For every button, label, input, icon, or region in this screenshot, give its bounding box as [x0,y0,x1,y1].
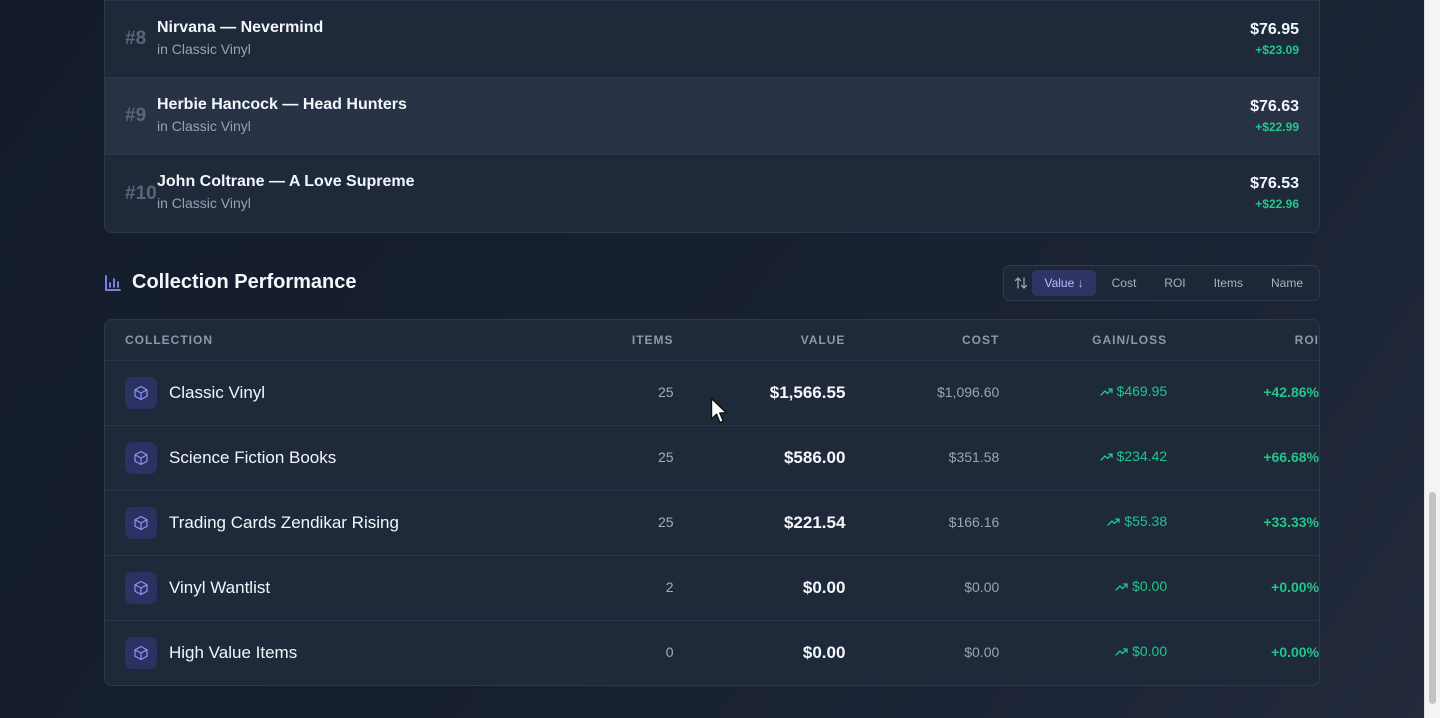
collection-cost: $1,096.60 [936,384,1000,400]
collection-cost: $0.00 [964,579,1000,595]
gain-loss-amount: $0.00 [1132,578,1168,595]
bar-chart-icon [105,274,121,291]
sort-roi-button[interactable]: ROI [1152,270,1197,296]
items-count: 25 [657,384,674,400]
trending-up-icon [1107,518,1120,526]
item-collection: in Classic Vinyl [157,118,251,134]
cube-icon [125,637,157,669]
item-rank: #10 [125,182,157,204]
collection-name: Science Fiction Books [169,448,337,467]
sort-arrows-icon [1015,277,1028,289]
cube-icon [125,442,157,474]
item-gain: +$23.09 [1255,43,1299,57]
item-value: $76.53 [1250,175,1299,192]
item-value: $76.95 [1250,21,1299,38]
item-collection: in Classic Vinyl [157,41,251,57]
gain-loss-amount: $55.38 [1124,513,1168,530]
item-title: John Coltrane — A Love Supreme [157,173,415,190]
top-item-row[interactable]: #10 John Coltrane — A Love Supreme in Cl… [105,155,1319,232]
roi-percent: +66.68% [1263,449,1320,465]
trending-up-icon [1115,583,1128,591]
roi-percent: +42.86% [1263,384,1320,400]
sort-cost-button[interactable]: Cost [1100,270,1149,296]
top-item-row[interactable]: #8 Nirvana — Nevermind in Classic Vinyl … [105,0,1319,78]
collection-performance-header: Collection Performance Value ↓ Cost ROI … [104,233,1320,319]
sort-control: Value ↓ Cost ROI Items Name [1003,265,1320,301]
header-roi[interactable]: ROI [1167,333,1319,347]
items-count: 2 [665,579,674,595]
item-rank: #9 [125,105,147,126]
header-cost[interactable]: COST [845,333,999,347]
main-content: #8 Nirvana — Nevermind in Classic Vinyl … [104,0,1320,686]
item-title: Herbie Hancock — Head Hunters [157,96,407,113]
collection-cost: $166.16 [948,514,1000,530]
roi-percent: +0.00% [1271,644,1320,660]
page-scrollbar[interactable] [1424,0,1440,718]
collection-name: Classic Vinyl [169,383,266,402]
item-gain: +$22.99 [1255,120,1299,134]
header-value[interactable]: VALUE [674,333,846,347]
table-row[interactable]: Science Fiction Books 25 $586.00 $351.58… [105,426,1319,491]
item-rank: #8 [125,28,147,49]
trending-up-icon [1099,388,1113,396]
table-row[interactable]: High Value Items 0 $0.00 $0.00 $0.00 +0.… [105,621,1319,685]
collection-name: Trading Cards Zendikar Rising [169,513,399,532]
collection-name: High Value Items [169,643,298,662]
item-value: $76.63 [1250,98,1299,115]
item-title: Nirvana — Nevermind [157,19,324,36]
cube-icon [125,572,157,604]
gain-loss-amount: $234.42 [1116,448,1168,465]
scrollbar-thumb[interactable] [1429,492,1436,704]
trending-up-icon [1115,648,1128,656]
collection-value: $0.00 [802,578,846,597]
collection-value: $1,566.55 [769,383,846,402]
collection-value: $0.00 [802,643,846,662]
item-collection: in Classic Vinyl [157,195,251,211]
mouse-cursor-icon [710,397,728,424]
collection-performance-table: COLLECTION ITEMS VALUE COST GAIN/LOSS RO… [104,319,1320,686]
collection-value: $586.00 [783,448,846,467]
items-count: 0 [665,644,674,660]
roi-percent: +33.33% [1263,514,1320,530]
header-items[interactable]: ITEMS [425,333,674,347]
roi-percent: +0.00% [1271,579,1320,595]
collection-cost: $0.00 [964,644,1000,660]
trending-up-icon [1099,453,1113,461]
header-collection[interactable]: COLLECTION [105,333,425,347]
top-items-list: #8 Nirvana — Nevermind in Classic Vinyl … [104,0,1320,233]
collection-value: $221.54 [783,513,846,532]
table-row[interactable]: Vinyl Wantlist 2 $0.00 $0.00 $0.00 +0.00… [105,556,1319,621]
items-count: 25 [657,514,674,530]
section-title: Collection Performance [132,271,357,293]
sort-items-button[interactable]: Items [1202,270,1255,296]
table-header: COLLECTION ITEMS VALUE COST GAIN/LOSS RO… [105,320,1319,361]
gain-loss-amount: $469.95 [1116,383,1168,400]
item-gain: +$22.96 [1255,197,1299,211]
cube-icon [125,507,157,539]
table-row[interactable]: Trading Cards Zendikar Rising 25 $221.54… [105,491,1319,556]
header-gain-loss[interactable]: GAIN/LOSS [999,333,1167,347]
top-item-row[interactable]: #9 Herbie Hancock — Head Hunters in Clas… [105,78,1319,155]
gain-loss-amount: $0.00 [1132,643,1168,660]
sort-value-button[interactable]: Value ↓ [1032,270,1096,296]
collection-cost: $351.58 [948,449,1000,465]
items-count: 25 [657,449,674,465]
cube-icon [125,377,157,409]
sort-name-button[interactable]: Name [1259,270,1315,296]
collection-name: Vinyl Wantlist [169,578,271,597]
